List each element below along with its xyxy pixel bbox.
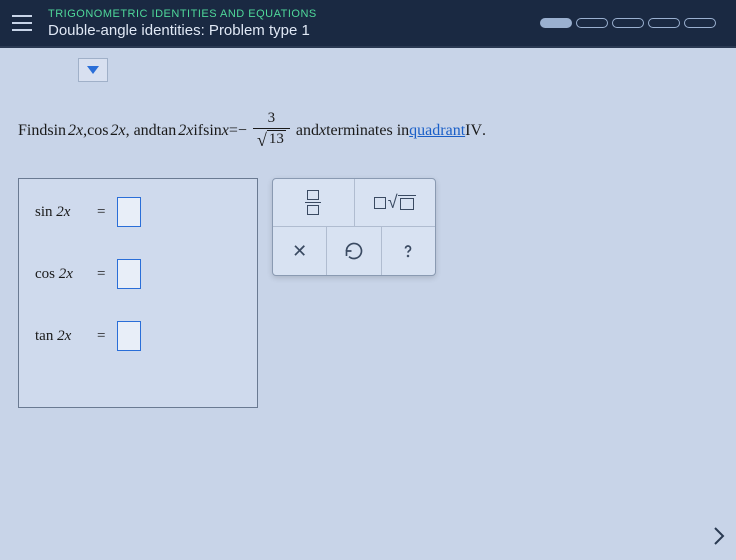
header-text-block: TRIGONOMETRIC IDENTITIES AND EQUATIONS D…: [48, 8, 540, 39]
sqrt: √ 13: [257, 130, 286, 151]
progress-pill: [684, 18, 716, 28]
radical-icon: √: [257, 130, 267, 151]
denominator: √ 13: [253, 128, 290, 151]
text: terminates in: [326, 122, 409, 140]
progress-pill: [576, 18, 608, 28]
fraction-tool[interactable]: [273, 179, 355, 226]
fn-sin: sin: [203, 122, 222, 140]
numerator: 3: [264, 110, 280, 128]
progress-indicator: [540, 18, 716, 28]
equals: =: [229, 122, 238, 140]
radicand: 13: [267, 130, 286, 148]
sqrt-tool[interactable]: √: [355, 179, 436, 226]
page-title: Double-angle identities: Problem type 1: [48, 22, 540, 39]
answer-label: cos 2x: [35, 266, 85, 283]
chevron-down-icon: [87, 66, 99, 74]
text: Find: [18, 122, 47, 140]
progress-pill: [648, 18, 680, 28]
arg: 2x: [110, 122, 125, 140]
text: .: [482, 122, 486, 140]
undo-tool[interactable]: [327, 227, 381, 275]
quadrant-number: IV: [465, 122, 482, 140]
problem-statement: Find sin 2x , cos 2x , and tan 2x if sin…: [18, 110, 486, 151]
arg: 2x: [68, 122, 83, 140]
fn-cos: cos: [87, 122, 108, 140]
var-x: x: [319, 122, 326, 140]
equals-sign: =: [97, 204, 105, 221]
help-tool[interactable]: [382, 227, 435, 275]
help-icon: [398, 241, 418, 261]
content-area: Find sin 2x , cos 2x , and tan 2x if sin…: [0, 48, 736, 560]
app-header: TRIGONOMETRIC IDENTITIES AND EQUATIONS D…: [0, 0, 736, 48]
next-button[interactable]: [710, 522, 728, 550]
clear-tool[interactable]: ✕: [273, 227, 327, 275]
undo-icon: [344, 241, 364, 261]
text: if: [193, 122, 203, 140]
fraction-icon: [305, 190, 321, 216]
tan2x-input[interactable]: [117, 321, 141, 351]
topic-dropdown[interactable]: [78, 58, 108, 82]
fn-tan: tan: [157, 122, 177, 140]
sin2x-input[interactable]: [117, 197, 141, 227]
negative-sign: −: [238, 122, 247, 140]
text: , and: [126, 122, 157, 140]
cos2x-input[interactable]: [117, 259, 141, 289]
fraction: 3 √ 13: [253, 110, 290, 151]
quadrant-link[interactable]: quadrant: [409, 122, 465, 140]
answer-row-sin2x: sin 2x =: [35, 197, 241, 227]
text: and: [296, 122, 319, 140]
progress-pill: [540, 18, 572, 28]
close-icon: ✕: [292, 241, 307, 262]
chevron-right-icon: [712, 526, 726, 546]
arg: 2x: [178, 122, 193, 140]
answer-label: sin 2x: [35, 204, 85, 221]
equals-sign: =: [97, 328, 105, 345]
answer-row-cos2x: cos 2x =: [35, 259, 241, 289]
answer-label: tan 2x: [35, 328, 85, 345]
sqrt-icon: √: [374, 192, 416, 213]
progress-pill: [612, 18, 644, 28]
answer-row-tan2x: tan 2x =: [35, 321, 241, 351]
breadcrumb: TRIGONOMETRIC IDENTITIES AND EQUATIONS: [48, 8, 540, 20]
menu-icon[interactable]: [12, 15, 32, 31]
answer-panel: sin 2x = cos 2x = tan 2x =: [18, 178, 258, 408]
equals-sign: =: [97, 266, 105, 283]
math-toolbar: √ ✕: [272, 178, 436, 276]
fn-sin: sin: [47, 122, 66, 140]
var-x: x: [222, 122, 229, 140]
